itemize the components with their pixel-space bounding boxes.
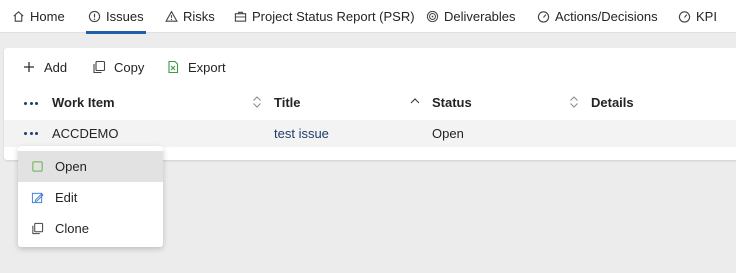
row-more-options-icon[interactable] [24, 126, 38, 140]
menu-item-clone[interactable]: Clone [18, 213, 163, 244]
column-header-work-item[interactable]: Work Item [52, 95, 115, 110]
briefcase-icon [234, 11, 247, 22]
open-icon [32, 161, 43, 172]
target-icon [426, 10, 439, 23]
menu-item-open-label: Open [55, 159, 87, 174]
tab-actions-decisions[interactable]: Actions/Decisions [537, 0, 658, 33]
copy-button-label: Copy [114, 59, 145, 75]
info-circle-icon [88, 10, 101, 23]
menu-item-clone-label: Clone [55, 221, 89, 236]
gauge-icon [678, 11, 691, 23]
tab-risks[interactable]: Risks [165, 0, 215, 33]
tab-deliverables[interactable]: Deliverables [426, 0, 516, 33]
export-button[interactable]: Export [166, 57, 226, 77]
clone-icon [32, 222, 44, 235]
cell-work-item: ACCDEMO [52, 126, 119, 141]
cell-title-link[interactable]: test issue [274, 126, 329, 141]
copy-icon [93, 60, 106, 74]
export-button-label: Export [188, 59, 226, 75]
copy-button[interactable]: Copy [92, 57, 144, 77]
tab-kpi[interactable]: KPI [678, 0, 717, 33]
header-more-options-icon[interactable] [24, 96, 38, 110]
add-button[interactable]: Add [22, 57, 67, 77]
top-navigation: Home Issues Risks Project Status Report … [0, 0, 736, 34]
tab-psr-label: Project Status Report (PSR) [252, 9, 415, 24]
tab-psr[interactable]: Project Status Report (PSR) [234, 0, 415, 33]
column-header-details[interactable]: Details [591, 95, 634, 110]
sort-icon[interactable] [252, 95, 262, 109]
menu-item-edit-label: Edit [55, 190, 78, 205]
add-button-label: Add [44, 59, 68, 75]
tab-risks-label: Risks [183, 9, 215, 24]
warning-triangle-icon [165, 10, 178, 22]
issues-list-card: Add Copy Export Work Item Title Status D… [4, 48, 736, 160]
sort-ascending-icon[interactable] [410, 95, 420, 109]
column-header-status[interactable]: Status [432, 95, 472, 110]
plus-icon [24, 62, 34, 72]
tab-actions-decisions-label: Actions/Decisions [555, 9, 658, 24]
excel-export-icon [168, 60, 179, 74]
row-context-menu: Open Edit Clone [18, 146, 163, 247]
menu-item-edit[interactable]: Edit [18, 182, 163, 213]
tab-issues-label: Issues [106, 9, 144, 24]
menu-item-open[interactable]: Open [18, 151, 163, 182]
home-icon [13, 11, 24, 22]
tab-deliverables-label: Deliverables [444, 9, 516, 24]
tab-home[interactable]: Home [12, 0, 65, 33]
sort-icon[interactable] [569, 95, 579, 109]
edit-icon [31, 192, 44, 204]
cell-status: Open [432, 126, 464, 141]
tab-kpi-label: KPI [696, 9, 717, 24]
column-header-title[interactable]: Title [274, 95, 301, 110]
tab-home-label: Home [30, 9, 65, 24]
tab-issues[interactable]: Issues [86, 0, 146, 34]
gauge-icon [537, 11, 550, 23]
